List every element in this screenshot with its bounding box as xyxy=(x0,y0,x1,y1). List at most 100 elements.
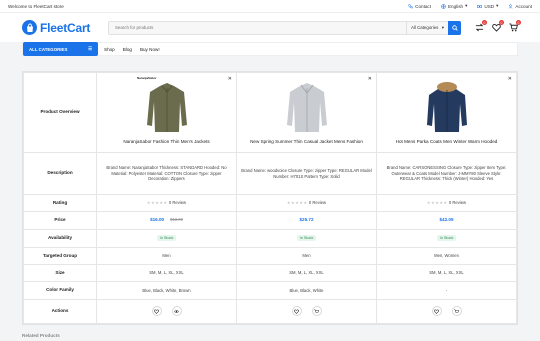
heart-icon xyxy=(294,309,299,314)
chevron-down-icon: ▾ xyxy=(441,24,444,30)
current-price: $25.72 xyxy=(299,217,314,223)
cart-button[interactable]: 0 xyxy=(509,20,521,32)
product-description: Brand Name: CARSONESSING Closure Type: z… xyxy=(376,152,517,195)
stock-badge: In Stock xyxy=(436,235,457,242)
row-label-actions: Actions xyxy=(23,298,97,325)
header-icons: 0 0 0 xyxy=(475,20,521,32)
logo-mark xyxy=(22,20,37,35)
current-price: $42.05 xyxy=(439,217,454,223)
view-product-button[interactable] xyxy=(171,306,182,317)
row-label-size: Size xyxy=(23,263,97,283)
product-name[interactable]: Hot Mens Parka Coats Men Winter Warm Hoo… xyxy=(381,139,512,145)
category-select-label: All Categories xyxy=(411,25,439,30)
product-name[interactable]: NaranjaSabor Fashion Thin Men's Jackets xyxy=(101,139,232,145)
nav-link-shop[interactable]: Shop xyxy=(104,47,115,52)
search-input[interactable] xyxy=(109,21,406,34)
add-to-wishlist-button[interactable] xyxy=(151,306,162,317)
heart-icon xyxy=(154,309,159,314)
top-links: Contact English ▾ USD ▾ Account xyxy=(408,3,532,9)
wishlist-count-badge: 0 xyxy=(499,20,504,25)
product-actions xyxy=(376,298,517,325)
main-nav: ALL CATEGORIES ☰ Shop Blog Buy Now! xyxy=(22,42,518,56)
remove-product-button[interactable]: ✕ xyxy=(508,76,512,83)
brand-name: FleetCart xyxy=(40,20,91,35)
add-to-wishlist-button[interactable] xyxy=(291,306,302,317)
star-rating-icon: ★★★★★ xyxy=(426,200,448,206)
row-label-color: Color Family xyxy=(23,281,97,300)
product-image[interactable] xyxy=(142,80,192,135)
star-rating-icon: ★★★★★ xyxy=(146,200,168,206)
group-row: Targeted Group Men Men Men, Women xyxy=(23,246,517,265)
product-image[interactable] xyxy=(422,80,472,135)
product-group: Men, Women xyxy=(376,246,517,265)
product-overview-cell: ✕ Hot Mens Parka Coats Men Winter Warm H… xyxy=(376,72,517,153)
currency-select[interactable]: USD ▾ xyxy=(477,3,498,9)
chevron-down-icon: ▾ xyxy=(496,3,499,8)
remove-product-button[interactable]: ✕ xyxy=(368,76,372,83)
product-rating: ★★★★★ 0 Review xyxy=(376,193,517,213)
account-link[interactable]: Account xyxy=(508,4,532,9)
old-price: $18.00 xyxy=(170,217,183,223)
product-description: Brand Name: woodvoice Closure Type: zipp… xyxy=(236,152,377,195)
all-categories-label: ALL CATEGORIES xyxy=(29,46,68,52)
compare-count-badge: 0 xyxy=(482,20,487,25)
product-overview-cell: NaranjaSabor ✕ NaranjaSabor Fashion Thin… xyxy=(96,72,237,153)
review-count: 0 Review xyxy=(308,200,327,206)
bag-icon xyxy=(26,23,33,32)
site-logo[interactable]: FleetCart xyxy=(22,20,108,35)
chevron-down-icon: ▾ xyxy=(465,3,468,8)
product-overview-cell: ✕ New Spring Summer Thin Casual Jacket M… xyxy=(236,72,377,153)
product-price: $25.72 xyxy=(236,211,377,230)
all-categories-button[interactable]: ALL CATEGORIES ☰ xyxy=(23,42,98,56)
row-label-availability: Availability xyxy=(23,228,97,248)
language-label: English xyxy=(447,3,464,9)
money-icon xyxy=(477,4,483,8)
price-row: Price $16.00 $18.00 $25.72 $42.05 xyxy=(23,211,517,230)
phone-icon xyxy=(408,3,413,8)
overview-row: Product Overview NaranjaSabor ✕ NaranjaS… xyxy=(23,72,517,153)
stock-badge: In Stock xyxy=(296,235,317,242)
availability-row: Availability In Stock In Stock In Stock xyxy=(23,228,517,248)
product-price: $16.00 $18.00 xyxy=(96,211,237,230)
add-to-wishlist-button[interactable] xyxy=(431,306,442,317)
language-select[interactable]: English ▾ xyxy=(441,3,467,9)
review-count: 0 Review xyxy=(448,200,467,206)
compare-button[interactable]: 0 xyxy=(475,20,487,32)
contact-link[interactable]: Contact xyxy=(408,4,431,9)
product-price: $42.05 xyxy=(376,211,517,230)
compare-table: Product Overview NaranjaSabor ✕ NaranjaS… xyxy=(22,71,518,325)
description-row: Description Brand Name: NaranjaSabor Thi… xyxy=(23,152,517,195)
globe-icon xyxy=(441,3,446,9)
add-to-cart-button[interactable] xyxy=(451,306,462,317)
row-label-description: Description xyxy=(23,152,97,195)
product-image[interactable] xyxy=(282,80,332,135)
cart-count-badge: 0 xyxy=(516,20,521,25)
review-count: 0 Review xyxy=(168,200,187,206)
eye-icon xyxy=(174,309,179,313)
category-select[interactable]: All Categories ▾ xyxy=(406,21,448,34)
welcome-text: Welcome to FleetCart store xyxy=(8,3,64,9)
currency-label: USD xyxy=(484,3,495,9)
nav-link-buy-now[interactable]: Buy Now! xyxy=(140,47,160,52)
product-color: Blue, Black, White xyxy=(236,281,377,300)
row-label-price: Price xyxy=(23,211,97,230)
remove-product-button[interactable]: ✕ xyxy=(228,76,232,83)
product-brand-tag: NaranjaSabor xyxy=(137,76,157,80)
product-size: SM, M, L, XL, XXL xyxy=(376,263,517,283)
current-price: $16.00 xyxy=(150,217,165,223)
product-group: Men xyxy=(96,246,237,265)
actions-row: Actions xyxy=(23,298,517,325)
related-products-heading: Related Products xyxy=(22,333,60,338)
row-label-rating: Rating xyxy=(23,193,97,213)
search-button[interactable] xyxy=(448,20,461,35)
product-name[interactable]: New Spring Summer Thin Casual Jacket Men… xyxy=(241,139,372,145)
wishlist-button[interactable]: 0 xyxy=(492,20,504,32)
star-rating-icon: ★★★★★ xyxy=(286,200,308,206)
account-label: Account xyxy=(515,3,532,9)
product-rating: ★★★★★ 0 Review xyxy=(96,193,237,213)
product-description: Brand Name: NaranjaSabor Thickness: STAN… xyxy=(96,152,237,195)
product-size: SM, M, L, XL, XXL xyxy=(236,263,377,283)
add-to-cart-button[interactable] xyxy=(311,306,322,317)
nav-link-blog[interactable]: Blog xyxy=(123,47,132,52)
product-color: Blue, Black, White, Brown xyxy=(96,281,237,300)
